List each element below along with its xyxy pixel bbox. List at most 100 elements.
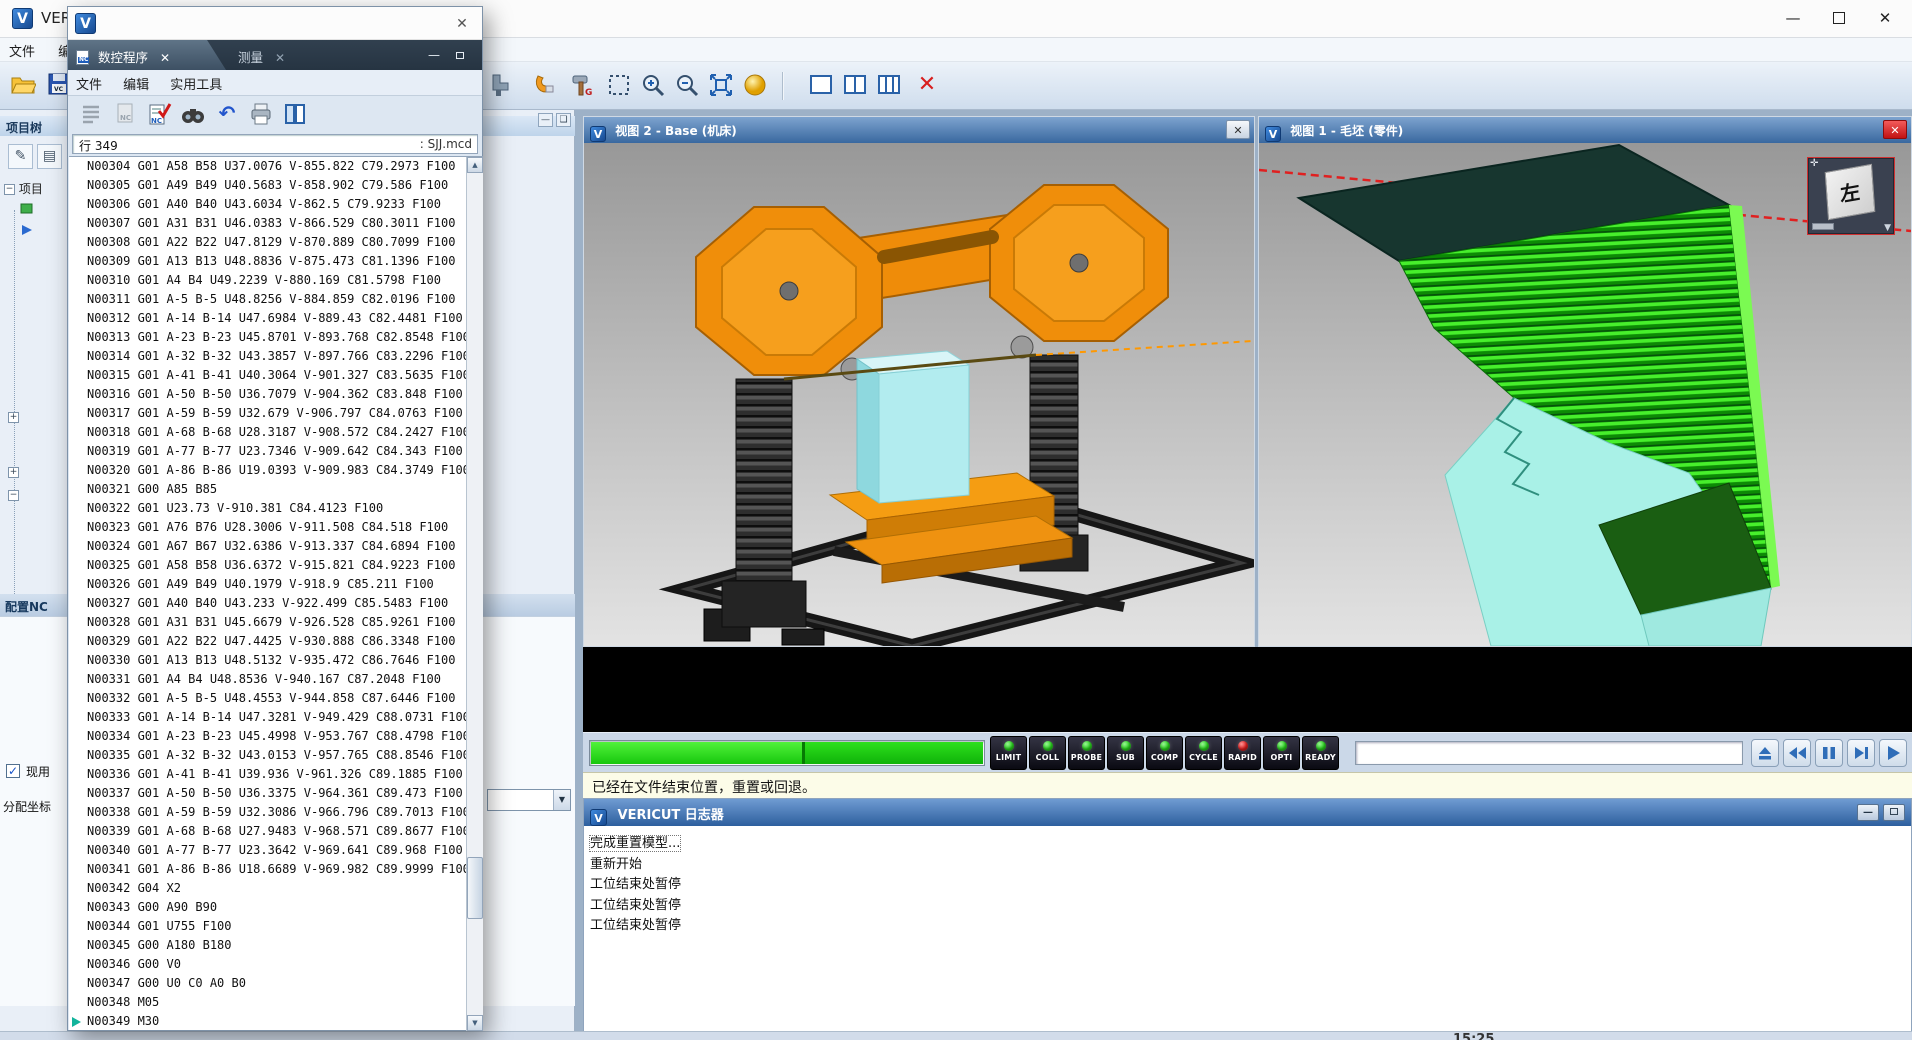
nc-code-line[interactable]: N00334 G01 A-23 B-23 U45.4998 V-953.767 … bbox=[69, 727, 466, 746]
indicator-rapid[interactable]: RAPID bbox=[1224, 736, 1261, 770]
tree-node-current-arrow[interactable] bbox=[20, 224, 34, 239]
nc-code-line[interactable]: N00347 G00 U0 C0 A0 B0 bbox=[69, 974, 466, 993]
nc-code-line[interactable]: N00329 G01 A22 B22 U47.4425 V-930.888 C8… bbox=[69, 632, 466, 651]
logger-minimize-icon[interactable]: — bbox=[1857, 804, 1879, 821]
nc-code-line[interactable]: N00322 G01 U23.73 V-910.381 C84.4123 F10… bbox=[69, 499, 466, 518]
nc-code-line[interactable]: N00335 G01 A-32 B-32 U43.0153 V-957.765 … bbox=[69, 746, 466, 765]
nc-code-line[interactable]: N00345 G00 A180 B180 bbox=[69, 936, 466, 955]
nc-code-line[interactable]: N00308 G01 A22 B22 U47.8129 V-870.889 C8… bbox=[69, 233, 466, 252]
view1-3d-canvas[interactable]: ✛ 左 ▼ bbox=[1259, 143, 1911, 646]
nc-code-line[interactable]: N00316 G01 A-50 B-50 U36.7079 V-904.362 … bbox=[69, 385, 466, 404]
menu-file[interactable]: 文件 bbox=[0, 38, 44, 60]
tree-node-expand-2[interactable]: + bbox=[8, 465, 19, 479]
nc-doc-icon[interactable]: NC bbox=[110, 99, 140, 129]
step-button[interactable] bbox=[1847, 739, 1875, 767]
nc-code-line[interactable]: N00311 G01 A-5 B-5 U48.8256 V-884.859 C8… bbox=[69, 290, 466, 309]
nc-code-line[interactable]: N00315 G01 A-41 B-41 U40.3064 V-901.327 … bbox=[69, 366, 466, 385]
nc-code-line[interactable]: N00317 G01 A-59 B-59 U32.679 V-906.797 C… bbox=[69, 404, 466, 423]
indicator-sub[interactable]: SUB bbox=[1107, 736, 1144, 770]
nc-restore-icon[interactable] bbox=[456, 48, 464, 62]
log-line[interactable]: 工位结束处暂停 bbox=[590, 875, 1911, 896]
nc-code-line[interactable]: N00333 G01 A-14 B-14 U47.3281 V-949.429 … bbox=[69, 708, 466, 727]
nc-menu-file[interactable]: 文件 bbox=[68, 70, 110, 93]
log-line[interactable]: 工位结束处暂停 bbox=[590, 896, 1911, 917]
nc-code-line[interactable]: N00318 G01 A-68 B-68 U28.3187 V-908.572 … bbox=[69, 423, 466, 442]
reset-button[interactable] bbox=[1751, 739, 1779, 767]
tab-close-icon[interactable]: ✕ bbox=[160, 51, 170, 65]
rewind-button[interactable] bbox=[1783, 739, 1811, 767]
nc-code-line[interactable]: N00304 G01 A58 B58 U37.0076 V-855.822 C7… bbox=[69, 157, 466, 176]
nc-code-line[interactable]: N00332 G01 A-5 B-5 U48.4553 V-944.858 C8… bbox=[69, 689, 466, 708]
view1-close-button[interactable]: ✕ bbox=[1883, 120, 1907, 139]
indicator-coll[interactable]: COLL bbox=[1029, 736, 1066, 770]
minimize-button[interactable]: — bbox=[1770, 3, 1816, 33]
three-view-layout-icon[interactable] bbox=[874, 71, 904, 101]
nc-minimize-icon[interactable]: — bbox=[428, 48, 440, 62]
indicator-opti[interactable]: OPTI bbox=[1263, 736, 1300, 770]
nc-code-line[interactable]: N00344 G01 U755 F100 bbox=[69, 917, 466, 936]
nc-menu-edit[interactable]: 编辑 bbox=[115, 70, 157, 93]
open-project-icon[interactable] bbox=[8, 71, 38, 101]
nc-code-line[interactable]: N00305 G01 A49 B49 U40.5683 V-858.902 C7… bbox=[69, 176, 466, 195]
nc-code-line[interactable]: N00307 G01 A31 B31 U46.0383 V-866.529 C8… bbox=[69, 214, 466, 233]
view1-titlebar[interactable]: V 视图 1 - 毛坯 (零件) ✕ bbox=[1259, 117, 1911, 143]
nc-window-titlebar[interactable]: V ✕ bbox=[68, 7, 482, 40]
indicator-probe[interactable]: PROBE bbox=[1068, 736, 1105, 770]
zoom-out-icon[interactable] bbox=[672, 71, 702, 101]
nc-code-line[interactable]: N00346 G00 V0 bbox=[69, 955, 466, 974]
view2-3d-canvas[interactable] bbox=[584, 143, 1254, 646]
tab-measure[interactable]: 测量 ✕ bbox=[238, 40, 314, 70]
columns-icon[interactable] bbox=[280, 99, 310, 129]
select-region-icon[interactable] bbox=[604, 71, 634, 101]
tree-node-machine[interactable] bbox=[20, 202, 34, 217]
nc-scrollbar[interactable]: ▲ ▼ bbox=[466, 157, 483, 1031]
simulation-progress-bar[interactable] bbox=[589, 740, 985, 766]
coord-system-dropdown[interactable]: ▼ bbox=[487, 789, 571, 811]
nc-check-icon[interactable]: NC bbox=[144, 99, 174, 129]
tree-node-expand-1[interactable]: + bbox=[8, 410, 19, 424]
nc-code-line[interactable]: N00309 G01 A13 B13 U48.8836 V-875.473 C8… bbox=[69, 252, 466, 271]
scroll-up-icon[interactable]: ▲ bbox=[467, 157, 483, 173]
tree-node-project[interactable]: − 项目 bbox=[4, 180, 43, 197]
nc-code-line[interactable]: N00324 G01 A67 B67 U32.6386 V-913.337 C8… bbox=[69, 537, 466, 556]
nc-code-line[interactable]: N00325 G01 A58 B58 U36.6372 V-915.821 C8… bbox=[69, 556, 466, 575]
magnet-icon[interactable] bbox=[530, 71, 560, 101]
edit-pencil-icon[interactable]: ✎ bbox=[8, 144, 33, 169]
logger-restore-icon[interactable] bbox=[1883, 804, 1905, 821]
active-checkbox[interactable]: ✓ bbox=[6, 764, 20, 778]
view2-titlebar[interactable]: V 视图 2 - Base (机床) ✕ bbox=[584, 117, 1254, 143]
gcode-hammer-icon[interactable]: G bbox=[567, 71, 597, 101]
nc-code-line[interactable]: N00314 G01 A-32 B-32 U43.3857 V-897.766 … bbox=[69, 347, 466, 366]
close-button[interactable]: ✕ bbox=[1862, 3, 1908, 33]
nc-code-line[interactable]: N00323 G01 A76 B76 U28.3006 V-911.508 C8… bbox=[69, 518, 466, 537]
nc-code-line[interactable]: N00336 G01 A-41 B-41 U39.936 V-961.326 C… bbox=[69, 765, 466, 784]
nc-code-line[interactable]: N00319 G01 A-77 B-77 U23.7346 V-909.642 … bbox=[69, 442, 466, 461]
play-button[interactable] bbox=[1879, 739, 1907, 767]
nc-code-line[interactable]: N00326 G01 A49 B49 U40.1979 V-918.9 C85.… bbox=[69, 575, 466, 594]
nc-code-line[interactable]: N00328 G01 A31 B31 U45.6679 V-926.528 C8… bbox=[69, 613, 466, 632]
nc-menu-utilities[interactable]: 实用工具 bbox=[162, 70, 230, 93]
nc-code-line[interactable]: N00310 G01 A4 B4 U49.2239 V-880.169 C81.… bbox=[69, 271, 466, 290]
tab-close-icon[interactable]: ✕ bbox=[275, 51, 285, 65]
nc-code-line[interactable]: N00330 G01 A13 B13 U48.5132 V-935.472 C8… bbox=[69, 651, 466, 670]
indicator-limit[interactable]: LIMIT bbox=[990, 736, 1027, 770]
search-binoculars-icon[interactable] bbox=[178, 99, 208, 129]
sphere-icon[interactable] bbox=[740, 71, 770, 101]
zoom-in-icon[interactable] bbox=[638, 71, 668, 101]
indicator-comp[interactable]: COMP bbox=[1146, 736, 1183, 770]
collapse-icon[interactable]: − bbox=[4, 184, 15, 195]
indicator-cycle[interactable]: CYCLE bbox=[1185, 736, 1222, 770]
view2-close-button[interactable]: ✕ bbox=[1226, 120, 1250, 139]
scrollbar-thumb[interactable] bbox=[467, 857, 483, 919]
nc-code-line[interactable]: N00341 G01 A-86 B-86 U18.6689 V-969.982 … bbox=[69, 860, 466, 879]
tree-node-expand-3[interactable]: − bbox=[8, 488, 19, 502]
log-line[interactable]: 完成重置模型... bbox=[590, 834, 1911, 855]
tool-manager-icon[interactable] bbox=[486, 71, 516, 101]
nc-code-line[interactable]: N00320 G01 A-86 B-86 U19.0393 V-909.983 … bbox=[69, 461, 466, 480]
scroll-down-icon[interactable]: ▼ bbox=[467, 1015, 483, 1031]
nc-code-line[interactable]: N00321 G00 A85 B85 bbox=[69, 480, 466, 499]
nc-code-line[interactable]: N00342 G04 X2 bbox=[69, 879, 466, 898]
close-view-red-icon[interactable]: ✕ bbox=[912, 71, 942, 101]
nc-code-line[interactable]: N00340 G01 A-77 B-77 U23.3642 V-969.641 … bbox=[69, 841, 466, 860]
orientation-slider[interactable] bbox=[1812, 223, 1834, 230]
